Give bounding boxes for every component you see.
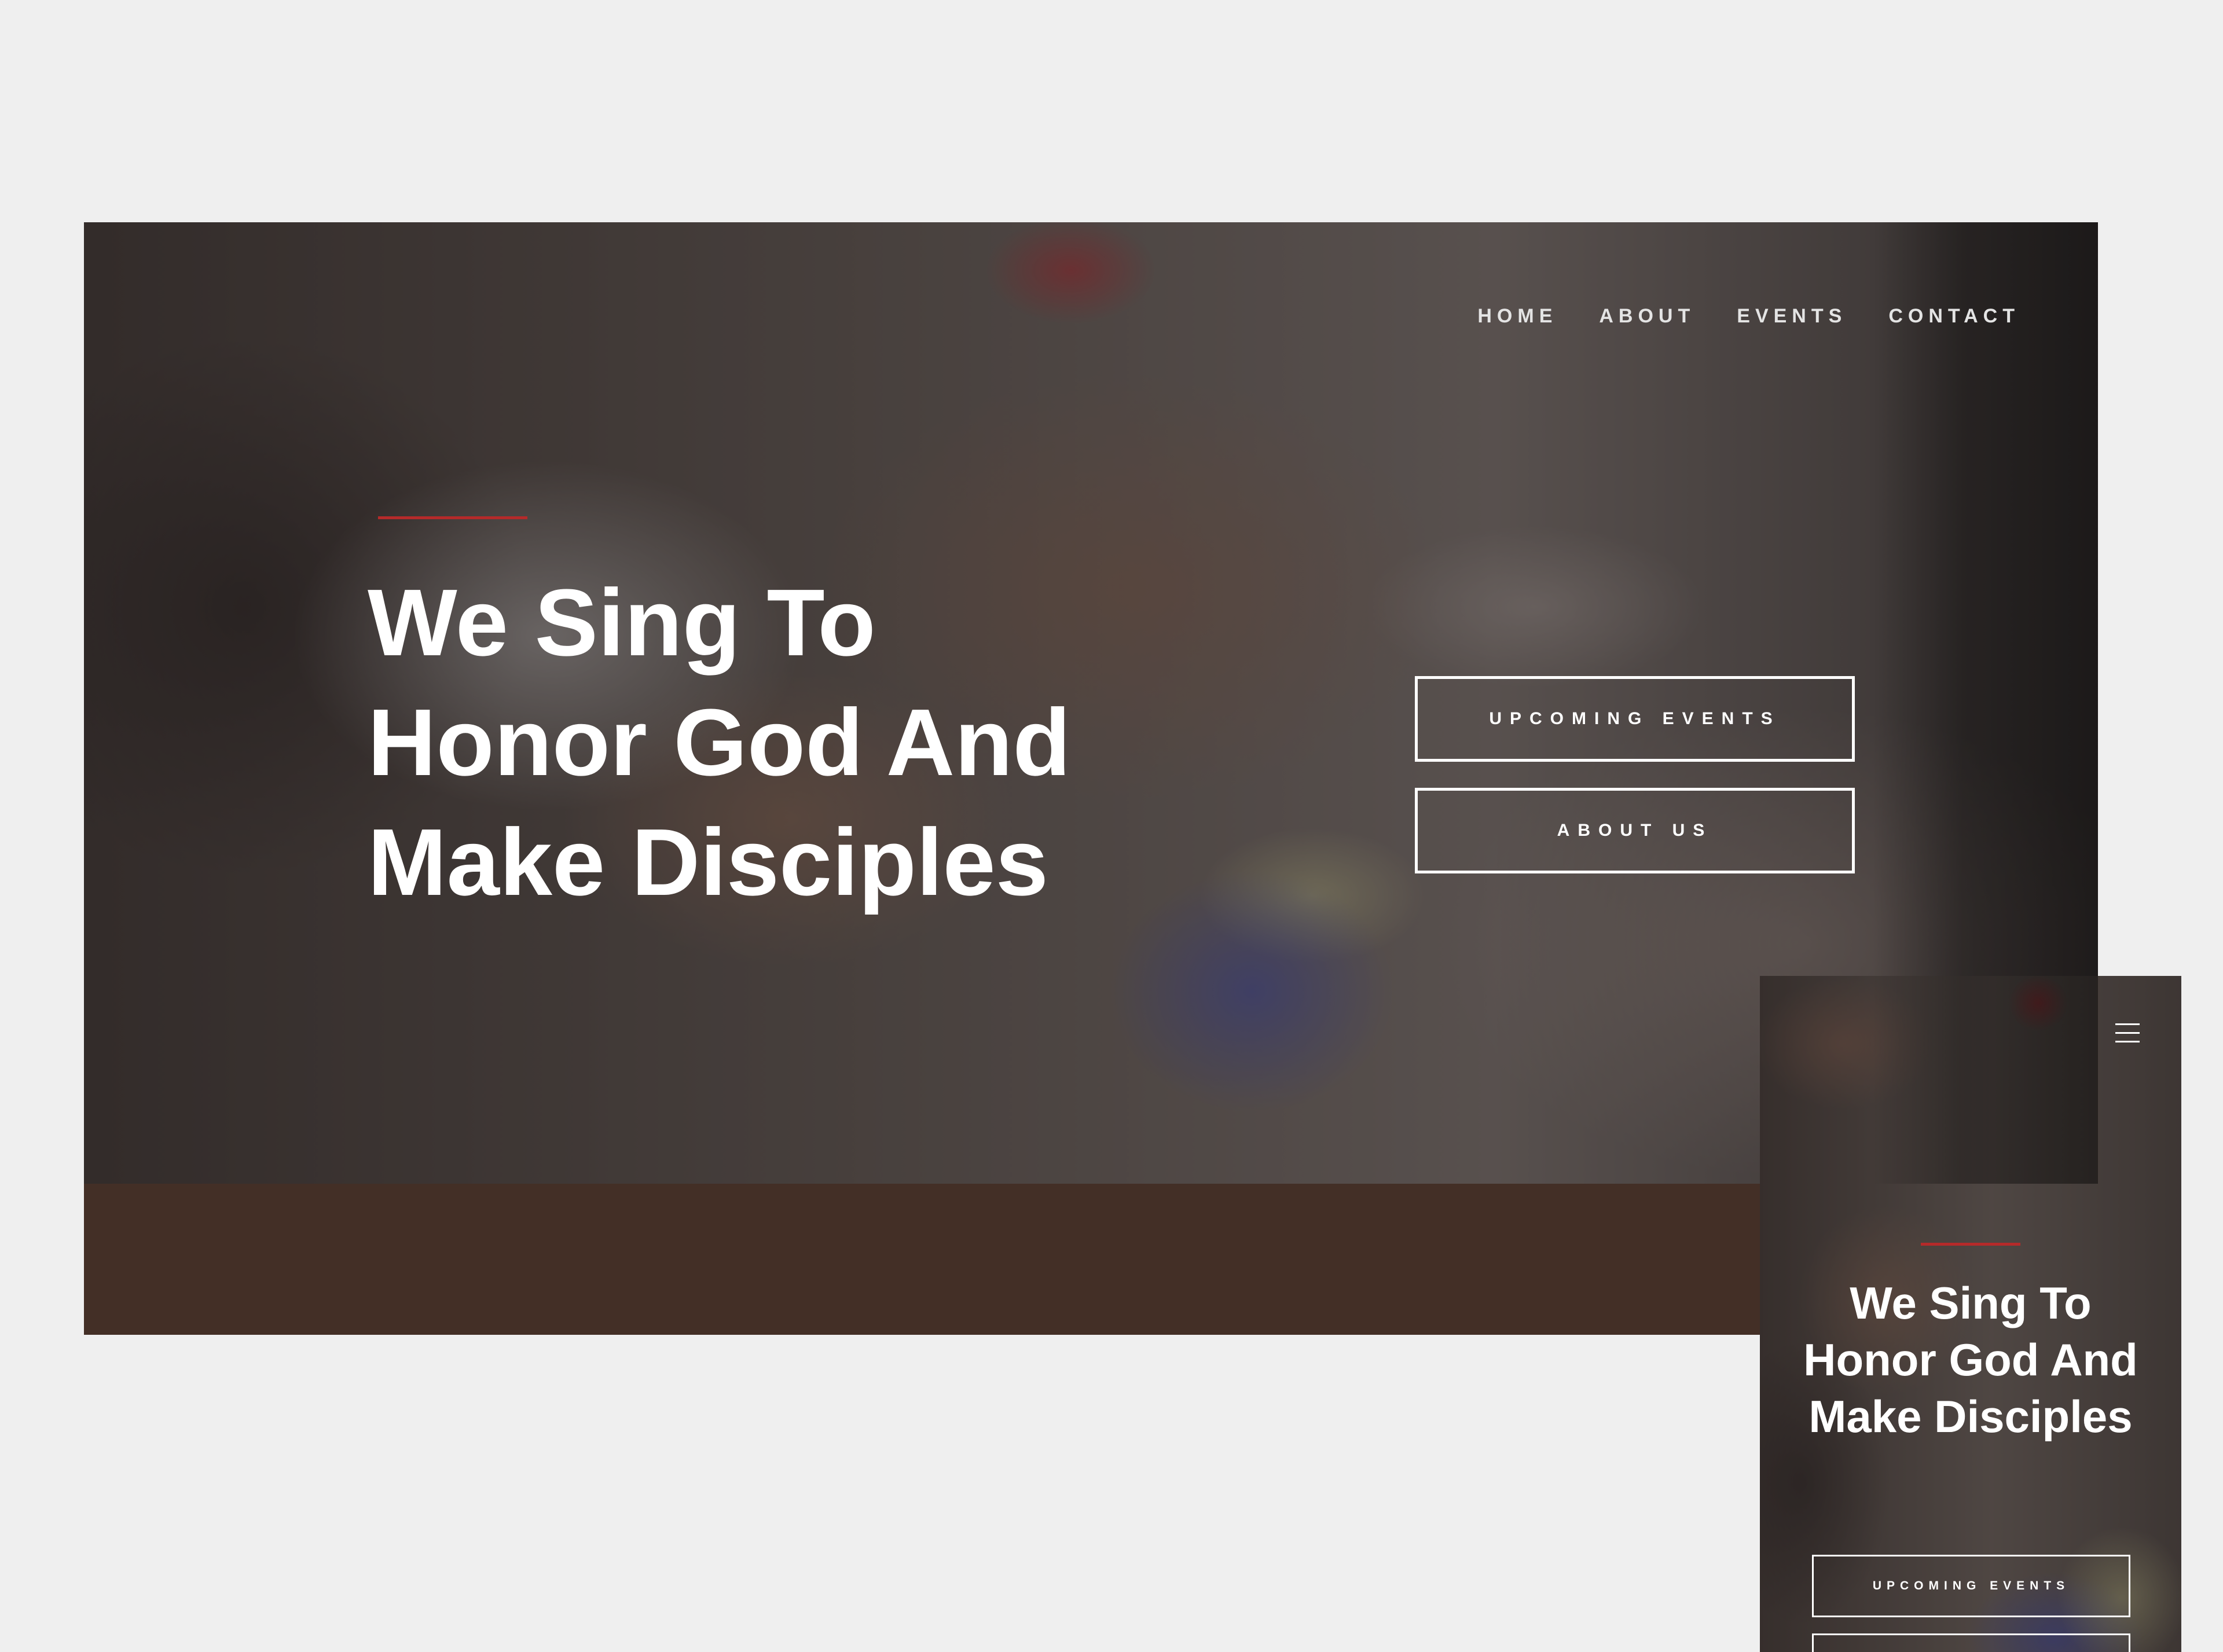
mobile-hero-title: We Sing To Honor God And Make Disciples	[1803, 1277, 2138, 1442]
mobile-about-us-button[interactable]	[1812, 1633, 2130, 1652]
main-nav: HOME ABOUT EVENTS CONTACT	[1477, 303, 2020, 329]
hero-edge-shade	[1872, 222, 2098, 1184]
about-us-button[interactable]: ABOUT US	[1415, 788, 1855, 873]
hero-accent-line	[378, 516, 527, 519]
mobile-hero-accent-line	[1921, 1243, 2020, 1246]
nav-home-link[interactable]: HOME	[1477, 303, 1557, 329]
nav-about-link[interactable]: ABOUT	[1599, 303, 1695, 329]
upcoming-events-button[interactable]: UPCOMING EVENTS	[1415, 676, 1855, 762]
nav-contact-link[interactable]: CONTACT	[1888, 303, 2020, 329]
hamburger-menu-icon[interactable]	[2115, 1023, 2140, 1047]
nav-events-link[interactable]: EVENTS	[1737, 303, 1847, 329]
mobile-upcoming-events-button[interactable]: UPCOMING EVENTS	[1812, 1555, 2130, 1617]
hero-title: We Sing To Honor God And Make Disciples	[368, 570, 1071, 915]
